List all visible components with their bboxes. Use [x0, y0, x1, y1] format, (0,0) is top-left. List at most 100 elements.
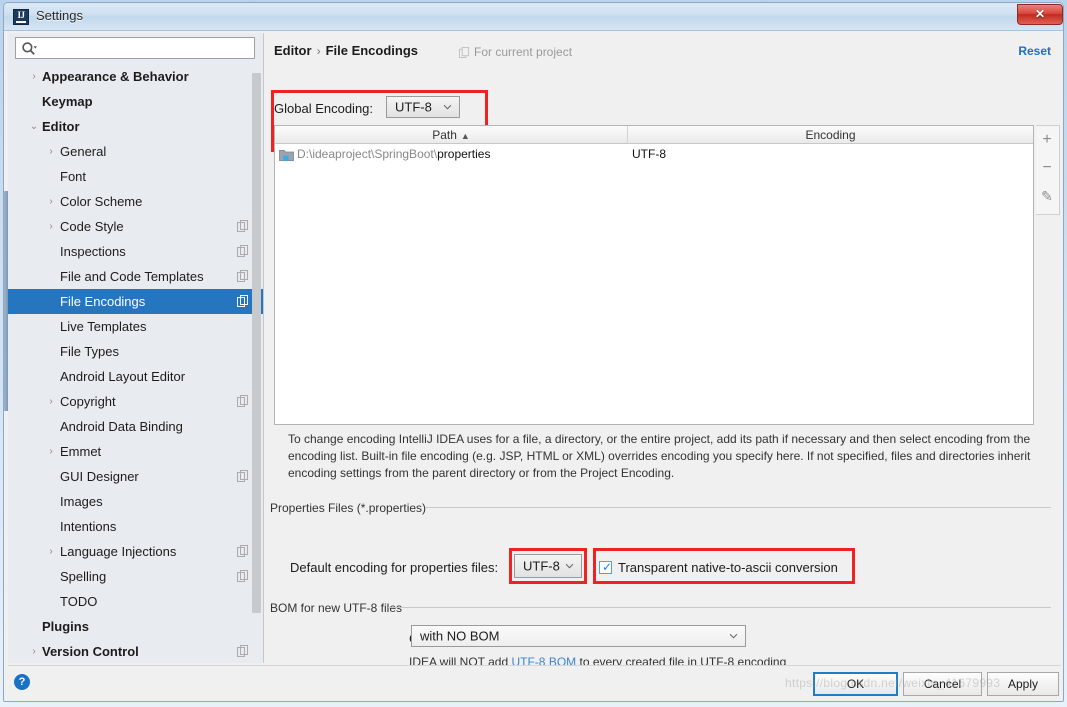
sidebar-item-file-types[interactable]: File Types	[8, 339, 263, 364]
sidebar-item-android-data-binding[interactable]: Android Data Binding	[8, 414, 263, 439]
sidebar-scrollbar-thumb[interactable]	[252, 73, 261, 613]
chevron-right-icon[interactable]: ›	[26, 64, 42, 89]
sidebar-item-font[interactable]: Font	[8, 164, 263, 189]
sidebar-item-gui-designer[interactable]: GUI Designer	[8, 464, 263, 489]
settings-tree[interactable]: › Appearance & Behavior Keymap ⌄ Editor › Gene…	[8, 64, 263, 660]
sidebar-item-color-scheme[interactable]: › Color Scheme	[8, 189, 263, 214]
search-box[interactable]	[15, 37, 255, 59]
default-properties-encoding-label: Default encoding for properties files:	[290, 560, 499, 575]
sidebar-item-images[interactable]: Images	[8, 489, 263, 514]
sidebar-item-keymap[interactable]: Keymap	[8, 89, 263, 114]
settings-dialog-root: IJ Settings ✕ › Appearance & Behavior Keym…	[0, 0, 1067, 707]
create-utf8-files-dropdown[interactable]: with NO BOM	[411, 625, 746, 647]
copy-settings-icon[interactable]	[237, 295, 249, 307]
default-properties-encoding-dropdown[interactable]: UTF-8	[514, 554, 582, 578]
copy-settings-icon[interactable]	[237, 395, 249, 407]
sidebar-item-version-control[interactable]: › Version Control	[8, 639, 263, 660]
settings-sidebar: › Appearance & Behavior Keymap ⌄ Editor › Gene…	[8, 33, 264, 663]
sidebar-item-code-style[interactable]: › Code Style	[8, 214, 263, 239]
file-encodings-table: Path ▲ Encoding D:\ideaproject\SpringBoot…	[274, 125, 1034, 425]
breadcrumb-root[interactable]: Editor	[274, 43, 312, 58]
copy-settings-icon[interactable]	[237, 545, 249, 557]
sidebar-item-label: File and Code Templates	[60, 269, 204, 284]
copy-settings-icon[interactable]	[237, 220, 249, 232]
properties-group-title: Properties Files (*.properties)	[270, 501, 432, 515]
outer-scrollbar-thumb[interactable]	[4, 191, 8, 411]
sidebar-item-label: Android Layout Editor	[60, 369, 186, 384]
sidebar-item-android-layout-editor[interactable]: Android Layout Editor	[8, 364, 263, 389]
sidebar-item-emmet[interactable]: › Emmet	[8, 439, 263, 464]
sidebar-item-intentions[interactable]: Intentions	[8, 514, 263, 539]
chevron-right-icon[interactable]: ›	[43, 389, 59, 414]
chevron-down-icon	[729, 633, 738, 639]
sort-ascending-icon: ▲	[460, 131, 470, 141]
remove-entry-button[interactable]: −	[1036, 154, 1058, 182]
reset-link[interactable]: Reset	[1018, 44, 1051, 58]
sidebar-item-copyright[interactable]: › Copyright	[8, 389, 263, 414]
global-encoding-dropdown[interactable]: UTF-8	[386, 96, 460, 118]
column-header-encoding[interactable]: Encoding	[628, 126, 1033, 144]
dialog-content: › Appearance & Behavior Keymap ⌄ Editor › Gene…	[4, 31, 1063, 701]
copy-settings-icon[interactable]	[237, 245, 249, 257]
row-path: D:\ideaproject\SpringBoot\properties	[297, 147, 490, 161]
sidebar-item-label: File Types	[60, 344, 120, 359]
sidebar-item-general[interactable]: › General	[8, 139, 263, 164]
search-input[interactable]	[42, 40, 254, 58]
sidebar-item-language-injections[interactable]: › Language Injections	[8, 539, 263, 564]
for-current-project-text: For current project	[474, 45, 573, 59]
copy-settings-icon[interactable]	[237, 270, 249, 282]
row-path-prefix: D:\ideaproject\SpringBoot\	[297, 147, 438, 161]
bom-group-divider	[388, 607, 1051, 608]
sidebar-item-inspections[interactable]: Inspections	[8, 239, 263, 264]
sidebar-item-label: Code Style	[60, 219, 124, 234]
sidebar-item-appearance-behavior[interactable]: › Appearance & Behavior	[8, 64, 263, 89]
watermark-text: https://blog.csdn.net/weixin_41679993	[785, 676, 1001, 690]
close-icon[interactable]: ✕	[1017, 4, 1063, 25]
sidebar-item-file-encodings[interactable]: File Encodings	[8, 289, 263, 314]
sidebar-item-live-templates[interactable]: Live Templates	[8, 314, 263, 339]
sidebar-item-label: Live Templates	[60, 319, 147, 334]
column-header-path[interactable]: Path ▲	[275, 126, 628, 144]
chevron-right-icon[interactable]: ›	[43, 139, 59, 164]
project-scope-icon	[459, 47, 470, 58]
chevron-right-icon[interactable]: ›	[43, 539, 59, 564]
sidebar-item-plugins[interactable]: Plugins	[8, 614, 263, 639]
default-properties-encoding-value: UTF-8	[523, 558, 560, 574]
create-utf8-files-value: with NO BOM	[420, 628, 500, 644]
row-path-name: properties	[437, 147, 491, 161]
copy-settings-icon[interactable]	[237, 570, 249, 582]
chevron-down-icon[interactable]: ⌄	[26, 114, 42, 139]
table-toolbar: + − ✎	[1036, 125, 1060, 215]
sidebar-item-label: Appearance & Behavior	[42, 69, 189, 84]
chevron-right-icon[interactable]: ›	[43, 439, 59, 464]
help-icon[interactable]: ?	[14, 674, 30, 690]
transparent-native-to-ascii-checkbox[interactable]: ✓ Transparent native-to-ascii conversion	[599, 560, 838, 575]
encoding-description: To change encoding IntelliJ IDEA uses fo…	[288, 432, 1031, 480]
sidebar-item-label: Spelling	[60, 569, 107, 584]
sidebar-item-spelling[interactable]: Spelling	[8, 564, 263, 589]
chevron-right-icon[interactable]: ›	[43, 189, 59, 214]
copy-settings-icon[interactable]	[237, 645, 249, 657]
column-header-path-label: Path	[432, 128, 457, 142]
sidebar-item-todo[interactable]: TODO	[8, 589, 263, 614]
sidebar-item-label: File Encodings	[60, 294, 146, 309]
table-row[interactable]: D:\ideaproject\SpringBoot\properties UTF…	[275, 144, 1033, 166]
sidebar-item-file-and-code-templates[interactable]: File and Code Templates	[8, 264, 263, 289]
add-entry-button[interactable]: +	[1036, 126, 1058, 154]
chevron-right-icon[interactable]: ›	[43, 214, 59, 239]
edit-entry-button[interactable]: ✎	[1036, 182, 1058, 210]
sidebar-item-label: Intentions	[60, 519, 117, 534]
chevron-right-icon[interactable]: ›	[26, 639, 42, 660]
checkbox-box: ✓	[599, 561, 612, 574]
copy-settings-icon[interactable]	[237, 470, 249, 482]
row-encoding[interactable]: UTF-8	[632, 147, 666, 161]
breadcrumb-leaf: File Encodings	[325, 43, 419, 58]
sidebar-item-editor[interactable]: ⌄ Editor	[8, 114, 263, 139]
